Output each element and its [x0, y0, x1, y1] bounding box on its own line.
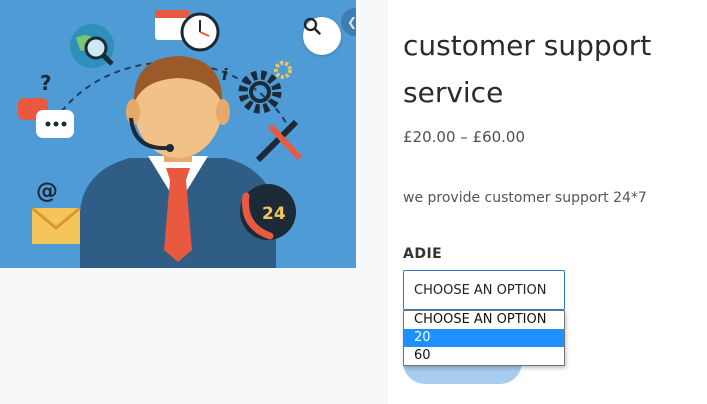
- variation-label: ADIE: [403, 246, 443, 262]
- svg-text:?: ?: [40, 71, 52, 95]
- tools-icon: [255, 119, 303, 163]
- magnifier-icon: [303, 17, 321, 35]
- price-range: £20.00 – £60.00: [403, 128, 526, 146]
- email-icon: @: [31, 179, 81, 244]
- chat-bubble-icon: [18, 98, 74, 138]
- image-badge-text: 24: [262, 204, 286, 224]
- question-mark-icon: ?: [40, 71, 52, 95]
- dropdown-option[interactable]: 60: [404, 347, 564, 365]
- zoom-button[interactable]: [303, 17, 341, 55]
- dropdown-option-highlighted[interactable]: 20: [404, 329, 564, 347]
- gear-icon: i: [222, 61, 292, 114]
- variation-dropdown-list[interactable]: CHOOSE AN OPTION 20 60: [403, 310, 565, 366]
- dropdown-option[interactable]: CHOOSE AN OPTION: [404, 311, 564, 329]
- calendar-clock-icon: [155, 10, 220, 52]
- variation-select-value: CHOOSE AN OPTION: [414, 282, 547, 298]
- variation-select[interactable]: CHOOSE AN OPTION: [403, 270, 565, 310]
- product-title: customer support service: [403, 29, 652, 109]
- product-image[interactable]: ? @ i 24: [0, 0, 356, 268]
- globe-search-icon: [70, 24, 114, 68]
- product-description: we provide customer support 24*7: [403, 190, 647, 206]
- svg-text:@: @: [36, 179, 58, 204]
- svg-text:i: i: [222, 65, 228, 84]
- phone-24-icon: 24: [240, 184, 296, 240]
- chevron-left-icon: ❮: [347, 15, 356, 29]
